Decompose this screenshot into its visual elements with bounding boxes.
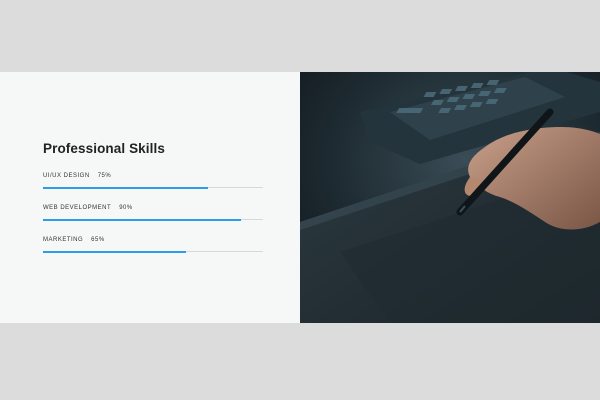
skill-progress-fill: [43, 250, 186, 253]
skills-panel: Professional Skills UI/UX DESIGN 75% WEB …: [0, 72, 300, 323]
skill-header: MARKETING 65%: [43, 235, 263, 245]
skill-name: UI/UX DESIGN: [43, 173, 90, 179]
skill-percent: 75%: [97, 173, 112, 179]
skill-header: UI/UX DESIGN 75%: [43, 171, 263, 181]
skill-progress-fill: [43, 218, 241, 221]
tablet-drawing-illustration: [300, 72, 600, 323]
skill-progress-track: [43, 250, 263, 253]
skills-title: Professional Skills: [43, 141, 165, 156]
skill-percent: 90%: [119, 205, 133, 211]
skill-marketing: MARKETING 65%: [43, 235, 263, 253]
skill-uiux-design: UI/UX DESIGN 75%: [43, 171, 263, 189]
hero-photo: [300, 72, 600, 323]
skill-percent: 65%: [91, 237, 105, 243]
skill-web-development: WEB DEVELOPMENT 90%: [43, 203, 263, 221]
skills-section: Professional Skills UI/UX DESIGN 75% WEB …: [0, 72, 600, 323]
skill-name: MARKETING: [43, 237, 84, 243]
skill-name: WEB DEVELOPMENT: [43, 205, 112, 211]
skill-header: WEB DEVELOPMENT 90%: [43, 203, 263, 213]
skill-progress-track: [43, 218, 263, 221]
skill-progress-track: [43, 186, 263, 189]
skill-progress-fill: [43, 186, 208, 189]
